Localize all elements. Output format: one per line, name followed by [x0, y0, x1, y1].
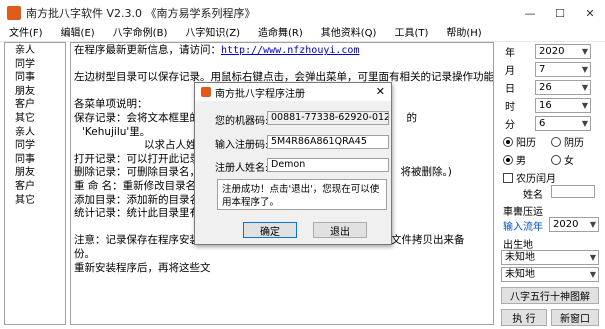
registration-dialog: 南方批八字程序注册 ✕ 您的机器码: 00881-77338-62920-012…	[194, 82, 392, 245]
close-icon[interactable]: ✕	[376, 85, 385, 98]
month-select[interactable]: 7 ▼	[535, 62, 591, 77]
radio-icon	[551, 136, 561, 147]
minimize-button[interactable]: —	[515, 0, 545, 26]
menu-bazi-knowledge[interactable]: 八字知识(Z)	[176, 26, 249, 42]
chevron-down-icon: ▼	[581, 83, 588, 92]
menu-edit[interactable]: 编辑(E)	[52, 26, 104, 42]
radio-icon	[551, 154, 561, 165]
tree-item-relatives-2[interactable]: 亲人	[5, 126, 65, 140]
name-input[interactable]	[551, 185, 595, 198]
record-tree[interactable]: 亲人 同学 同事 朋友 客户 其它 亲人 同学 同事 朋友 客户 其它	[4, 42, 66, 325]
radio-selected-icon	[503, 154, 513, 165]
reg-code-label: 输入注册码:	[215, 140, 269, 151]
window-controls: — ☐ ✕	[515, 0, 605, 26]
birthplace-label: 出生地	[503, 240, 533, 251]
chevron-down-icon: ▼	[581, 65, 588, 74]
menu-tools[interactable]: 工具(T)	[385, 26, 437, 42]
leap-month-checkbox[interactable]: 农历闰月	[503, 170, 556, 185]
tree-item-clients-2[interactable]: 客户	[5, 180, 65, 194]
solar-radio[interactable]: 阳历	[503, 134, 536, 149]
dialog-title-bar: 南方批八字程序注册 ✕	[195, 83, 391, 101]
tree-item-classmates[interactable]: 同学	[5, 58, 65, 72]
name-label: 姓名	[523, 190, 543, 201]
menu-bar: 文件(F) 编辑(E) 八字命例(B) 八字知识(Z) 造命舞(R) 其他资料(…	[0, 26, 605, 42]
text-line: 在程序最新更新信息，请访问：http://www.nfzhouyi.com	[74, 44, 360, 56]
app-icon	[201, 87, 211, 97]
hour-label: 时	[505, 102, 515, 113]
window-title: 南方批八字软件 V2.3.0 《南方易学系列程序》	[26, 7, 256, 20]
month-label: 月	[505, 66, 515, 77]
flow-year-label: 输入流年	[503, 222, 543, 233]
tree-item-clients[interactable]: 客户	[5, 98, 65, 112]
machine-code-label: 您的机器码:	[215, 116, 269, 127]
menu-bazi-cases[interactable]: 八字命例(B)	[104, 26, 177, 42]
chevron-down-icon: ▼	[589, 270, 596, 279]
tree-item-relatives[interactable]: 亲人	[5, 44, 65, 58]
tree-item-others[interactable]: 其它	[5, 112, 65, 126]
reg-code-input[interactable]: 5M4R86A861QRA45	[267, 135, 389, 149]
run-button[interactable]: 执 行	[501, 309, 547, 326]
tree-item-classmates-2[interactable]: 同学	[5, 139, 65, 153]
chevron-down-icon: ▼	[589, 253, 596, 262]
male-radio[interactable]: 男	[503, 152, 526, 167]
radio-selected-icon	[503, 136, 513, 147]
lunar-radio[interactable]: 阴历	[551, 134, 584, 149]
menu-help[interactable]: 帮助(H)	[437, 26, 490, 42]
reg-name-label: 注册人姓名:	[215, 163, 269, 174]
hour-select[interactable]: 16 ▼	[535, 98, 591, 113]
maximize-button[interactable]: ☐	[545, 0, 575, 26]
year-select[interactable]: 2020 ▼	[535, 44, 591, 59]
chevron-down-icon: ▼	[581, 47, 588, 56]
chart-diagram-button[interactable]: 八字五行十神图解	[501, 287, 599, 304]
birth-info-panel: 年 2020 ▼ 月 7 ▼ 日 26 ▼ 时 16 ▼ 分 6 ▼ 阳历 阴历 男 女 …	[499, 42, 603, 326]
reg-name-input[interactable]: Demon	[267, 158, 389, 172]
tree-item-others-2[interactable]: 其它	[5, 194, 65, 208]
title-bar: 南方批八字软件 V2.3.0 《南方易学系列程序》 — ☐ ✕	[0, 0, 605, 26]
exit-button[interactable]: 退出	[313, 222, 367, 238]
birthplace-city-select[interactable]: 未知地 ▼	[501, 267, 599, 282]
flow-year-select[interactable]: 2020 ▼	[549, 217, 599, 232]
minute-select[interactable]: 6 ▼	[535, 116, 591, 131]
chevron-down-icon: ▼	[581, 101, 588, 110]
tree-item-colleagues[interactable]: 同事	[5, 71, 65, 85]
birthplace-province-select[interactable]: 未知地 ▼	[501, 250, 599, 265]
app-icon	[7, 6, 21, 20]
ok-button[interactable]: 确定	[243, 222, 297, 238]
tree-item-friends[interactable]: 朋友	[5, 85, 65, 99]
minute-label: 分	[505, 120, 515, 131]
year-label: 年	[505, 48, 515, 59]
day-select[interactable]: 26 ▼	[535, 80, 591, 95]
dialog-title: 南方批八字程序注册	[215, 88, 305, 100]
menu-file[interactable]: 文件(F)	[0, 26, 52, 42]
female-radio[interactable]: 女	[551, 152, 574, 167]
website-link[interactable]: http://www.nfzhouyi.com	[221, 45, 359, 56]
text-line: 重新安装程序后，再将这些文	[74, 261, 211, 274]
tree-item-colleagues-2[interactable]: 同事	[5, 153, 65, 167]
new-window-button[interactable]: 新窗口	[551, 309, 599, 326]
menu-zaoming[interactable]: 造命舞(R)	[249, 26, 312, 42]
registration-message: 注册成功！点击'退出'，您现在可以使用本程序了。	[217, 179, 387, 210]
tree-item-friends-2[interactable]: 朋友	[5, 166, 65, 180]
checkbox-icon	[503, 172, 513, 183]
menu-other-info[interactable]: 其他资料(Q)	[312, 26, 386, 42]
text-line: 份。	[74, 247, 95, 260]
machine-code-field[interactable]: 00881-77338-62920-01230	[267, 111, 389, 125]
chevron-down-icon: ▼	[589, 220, 596, 229]
day-label: 日	[505, 84, 515, 95]
chexuan-label: 車軎压运	[503, 207, 543, 218]
close-button[interactable]: ✕	[575, 0, 605, 26]
chevron-down-icon: ▼	[581, 119, 588, 128]
